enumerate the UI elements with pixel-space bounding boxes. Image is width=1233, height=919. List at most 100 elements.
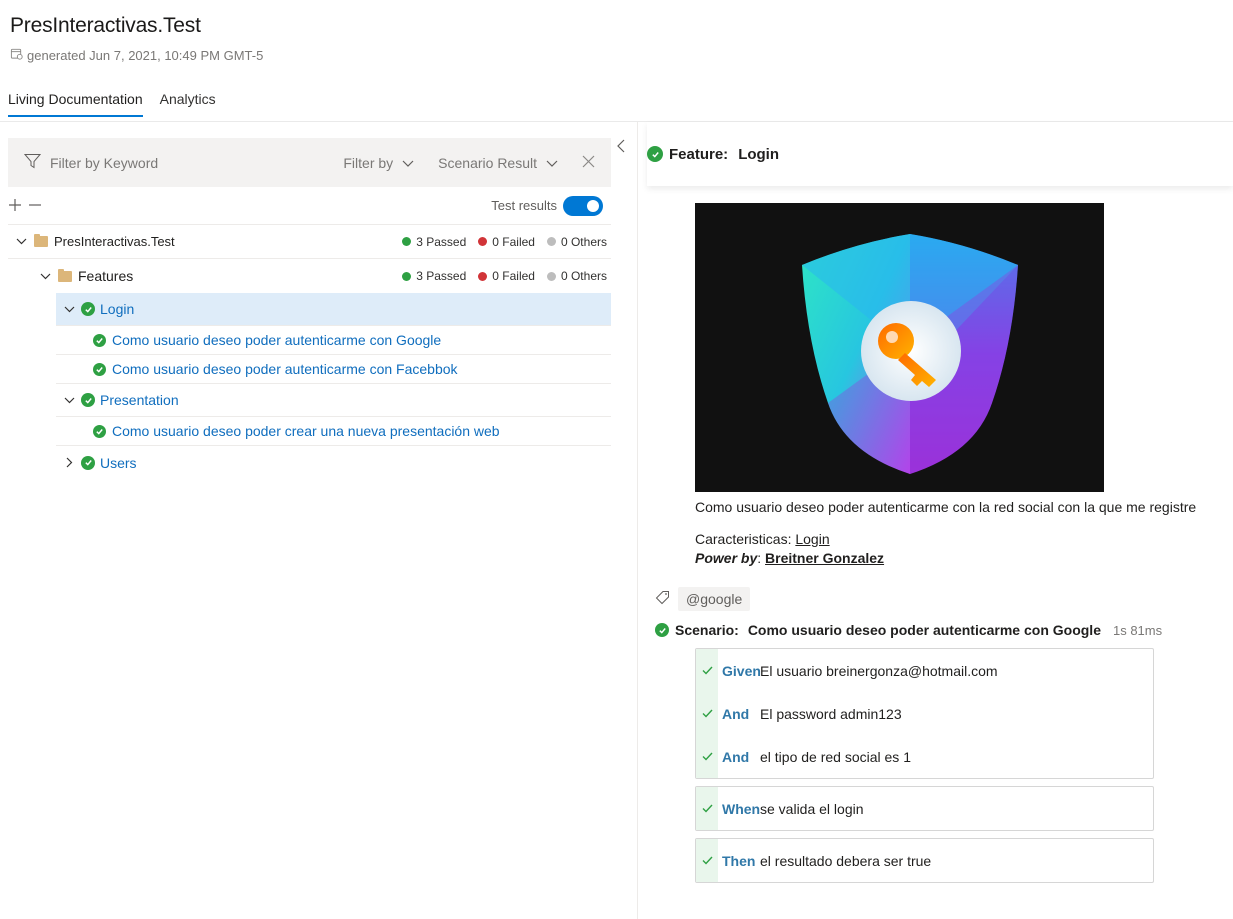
check-icon <box>696 839 718 882</box>
feature-image <box>695 203 1104 492</box>
plus-icon <box>9 198 21 211</box>
then-step-box: Then el resultado debera ser true <box>695 838 1154 883</box>
generated-info: generated Jun 7, 2021, 10:49 PM GMT-5 <box>10 47 263 63</box>
chevron-down-icon <box>546 155 558 171</box>
minus-icon <box>29 203 41 206</box>
scenario-header: Scenario: Como usuario deseo poder auten… <box>655 622 1162 638</box>
check-circle-icon <box>647 146 663 162</box>
tree-scenario-label: Como usuario deseo poder autenticarme co… <box>112 361 458 377</box>
step-row: And el tipo de red social es 1 <box>696 735 1153 778</box>
tree-scenario-label: Como usuario deseo poder crear una nueva… <box>112 423 500 439</box>
root-counts: 3 Passed 0 Failed 0 Others <box>402 235 607 249</box>
feature-power-by: Power by: Breitner Gonzalez <box>695 550 884 566</box>
tab-living-documentation[interactable]: Living Documentation <box>8 88 143 117</box>
chevron-left-icon <box>617 139 625 153</box>
chevron-down-icon[interactable] <box>62 397 76 404</box>
passed-count: 3 Passed <box>402 269 466 283</box>
step-text: El usuario breinergonza@hotmail.com <box>760 662 998 679</box>
test-results-label: Test results <box>491 198 557 213</box>
tab-analytics[interactable]: Analytics <box>160 88 216 117</box>
tree-feature-presentation-label: Presentation <box>100 392 179 408</box>
filter-by-label: Filter by <box>343 154 394 171</box>
tree-features-label: Features <box>78 268 134 284</box>
collapse-all-button[interactable] <box>28 196 42 216</box>
test-results-toggle-group: Test results <box>491 195 603 216</box>
tree-features-row[interactable]: Features 3 Passed 0 Failed 0 Others <box>8 259 611 293</box>
main-tabs: Living Documentation Analytics <box>8 88 233 117</box>
feature-header: Feature: Login <box>647 122 1233 186</box>
step-row: Then el resultado debera ser true <box>696 839 1153 882</box>
collapse-pane-button[interactable] <box>617 139 625 157</box>
check-circle-icon <box>81 302 95 316</box>
tree-root-row[interactable]: PresInteractivas.Test 3 Passed 0 Failed … <box>8 225 611 259</box>
filter-bar: Filter by Keyword Filter by Scenario Res… <box>8 138 611 187</box>
step-row: Given El usuario breinergonza@hotmail.co… <box>696 649 1153 692</box>
check-circle-icon <box>93 362 106 376</box>
step-keyword: And <box>722 705 750 722</box>
check-icon <box>696 787 718 830</box>
check-circle-icon <box>655 623 669 637</box>
folder-icon <box>58 268 72 282</box>
keyword-filter[interactable]: Filter by Keyword <box>23 153 343 172</box>
check-circle-icon <box>93 424 106 438</box>
check-icon <box>696 649 718 692</box>
tree-toolbar: Test results <box>8 187 611 225</box>
failed-dot-icon <box>478 237 488 246</box>
tree-feature-users-label: Users <box>100 454 137 471</box>
power-by-separator: : <box>757 550 766 566</box>
chevron-down-icon <box>402 155 414 171</box>
feature-detail-pane: Feature: Login Como usuario deseo poder … <box>647 122 1233 919</box>
feature-caracteristicas: Caracteristicas: Login <box>695 531 830 547</box>
feature-prefix: Feature: <box>669 145 729 163</box>
step-keyword: When <box>722 800 761 817</box>
when-step-box: When se valida el login <box>695 786 1154 831</box>
expand-collapse-controls <box>8 196 42 216</box>
failed-count: 0 Failed <box>478 269 535 283</box>
step-keyword: Given <box>722 662 761 679</box>
step-row: And El password admin123 <box>696 692 1153 735</box>
tree-scenario-label: Como usuario deseo poder autenticarme co… <box>112 332 442 348</box>
tree-pane: Filter by Keyword Filter by Scenario Res… <box>8 138 611 479</box>
page-header: PresInteractivas.Test <box>10 14 201 38</box>
check-icon <box>696 735 718 778</box>
test-results-toggle[interactable] <box>563 195 603 216</box>
scenario-tags: @google <box>655 587 751 611</box>
others-dot-icon <box>546 271 556 281</box>
tag-google[interactable]: @google <box>678 587 751 611</box>
feature-name: Login <box>738 145 780 163</box>
others-count: 0 Others <box>546 235 607 249</box>
generated-timestamp: generated Jun 7, 2021, 10:49 PM GMT-5 <box>27 47 264 63</box>
features-counts: 3 Passed 0 Failed 0 Others <box>402 269 607 283</box>
passed-dot-icon <box>402 271 412 281</box>
chevron-down-icon[interactable] <box>38 273 52 280</box>
check-icon <box>696 692 718 735</box>
passed-count: 3 Passed <box>402 235 466 249</box>
tree-feature-login[interactable]: Login <box>56 293 611 326</box>
power-by-label: Power by <box>695 550 758 566</box>
step-text: el tipo de red social es 1 <box>760 748 911 765</box>
check-circle-icon <box>81 393 95 407</box>
caracteristicas-link[interactable]: Login <box>795 531 829 547</box>
step-text: el resultado debera ser true <box>760 852 932 869</box>
chevron-down-icon[interactable] <box>62 306 76 313</box>
tree-root-label: PresInteractivas.Test <box>54 234 175 249</box>
feature-description: Como usuario deseo poder autenticarme co… <box>695 499 1197 515</box>
page-title: PresInteractivas.Test <box>10 14 201 37</box>
step-text: El password admin123 <box>760 705 902 722</box>
filter-by-dropdown[interactable]: Filter by <box>343 155 414 171</box>
chevron-right-icon[interactable] <box>62 457 76 468</box>
scenario-name: Como usuario deseo poder autenticarme co… <box>747 622 1101 638</box>
tree-scenario-row[interactable]: Como usuario deseo poder crear una nueva… <box>56 417 611 446</box>
pane-divider <box>637 122 638 919</box>
scenario-result-dropdown[interactable]: Scenario Result <box>438 155 558 171</box>
expand-all-button[interactable] <box>8 196 22 216</box>
check-circle-icon <box>93 333 106 347</box>
tree-feature-presentation[interactable]: Presentation <box>56 384 611 417</box>
others-count: 0 Others <box>546 269 607 283</box>
tree-feature-users[interactable]: Users <box>56 446 611 479</box>
chevron-down-icon[interactable] <box>14 238 28 245</box>
tree-scenario-row[interactable]: Como usuario deseo poder autenticarme co… <box>56 326 611 355</box>
tree-scenario-row[interactable]: Como usuario deseo poder autenticarme co… <box>56 355 611 384</box>
power-by-name[interactable]: Breitner Gonzalez <box>765 550 884 566</box>
clear-filter-button[interactable] <box>582 152 595 173</box>
